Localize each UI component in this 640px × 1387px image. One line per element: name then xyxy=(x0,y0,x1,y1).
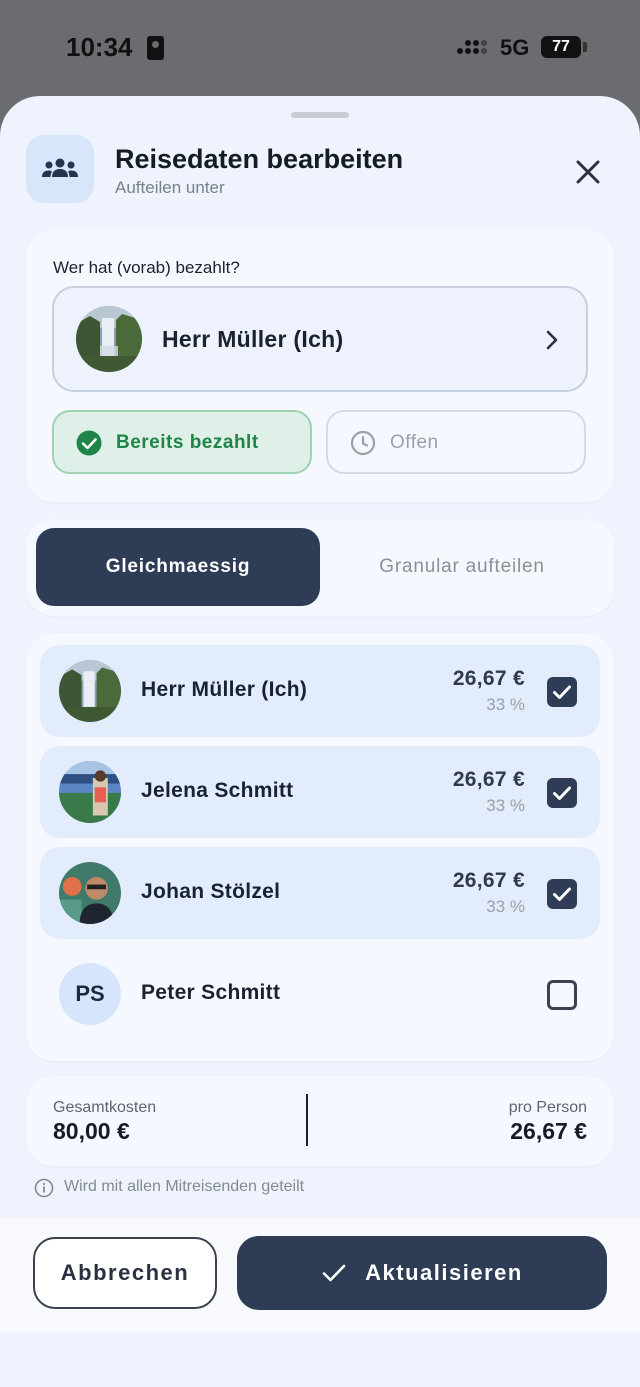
check-icon xyxy=(553,786,571,800)
participant-name: Peter Schmitt xyxy=(141,981,281,1004)
update-button[interactable]: Aktualisieren xyxy=(237,1236,607,1310)
participant-percent: 33 % xyxy=(486,897,525,916)
tab-equal[interactable]: Gleichmaessig xyxy=(36,528,320,606)
battery-icon: 77 xyxy=(541,36,581,58)
page-subtitle: Aufteilen unter xyxy=(115,178,225,197)
payer-name: Herr Müller (Ich) xyxy=(162,326,344,352)
id-badge-icon xyxy=(147,36,164,60)
split-mode-toggle: Gleichmaessig Granular aufteilen xyxy=(26,519,614,616)
check-icon xyxy=(322,1264,346,1282)
participant-percent: 33 % xyxy=(486,695,525,714)
summary-card: Gesamtkosten 80,00 € pro Person 26,67 € xyxy=(26,1076,614,1166)
payer-label: Wer hat (vorab) bezahlt? xyxy=(53,258,240,277)
chevron-right-icon xyxy=(546,330,558,350)
participant-row[interactable]: Herr Müller (Ich) 26,67 € 33 % xyxy=(40,645,600,737)
participant-name: Johan Stölzel xyxy=(141,880,281,903)
clock-icon xyxy=(350,430,376,456)
status-time: 10:34 xyxy=(66,32,133,62)
avatar xyxy=(76,306,142,372)
network-label: 5G xyxy=(500,35,530,60)
status-paid-button[interactable]: Bereits bezahlt xyxy=(52,410,312,474)
check-icon xyxy=(553,887,571,901)
participant-checkbox[interactable] xyxy=(547,778,577,808)
signal-icon xyxy=(457,38,491,58)
participant-name: Jelena Schmitt xyxy=(141,779,294,802)
participant-amount: 26,67 € xyxy=(452,667,525,690)
participant-amount: 26,67 € xyxy=(452,768,525,791)
per-person-value: 26,67 € xyxy=(510,1118,587,1144)
info-text: Wird mit allen Mitreisenden geteilt xyxy=(64,1178,305,1195)
check-circle-icon xyxy=(76,430,102,456)
info-icon xyxy=(34,1178,54,1198)
home-indicator-area xyxy=(0,1332,640,1387)
payer-select[interactable]: Herr Müller (Ich) xyxy=(52,286,588,392)
participant-checkbox[interactable] xyxy=(547,879,577,909)
avatar xyxy=(59,862,121,924)
participant-amount: 26,67 € xyxy=(452,869,525,892)
group-icon xyxy=(26,135,94,203)
divider xyxy=(306,1094,308,1146)
total-label: Gesamtkosten xyxy=(53,1099,157,1116)
status-open-button[interactable]: Offen xyxy=(326,410,586,474)
participants-card: Herr Müller (Ich) 26,67 € 33 % Jelena Sc… xyxy=(26,633,614,1061)
avatar-initials: PS xyxy=(59,963,121,1025)
participant-row[interactable]: Jelena Schmitt 26,67 € 33 % xyxy=(40,746,600,838)
close-button[interactable] xyxy=(568,152,608,192)
action-footer: Abbrechen Aktualisieren xyxy=(0,1218,640,1332)
avatar xyxy=(59,761,121,823)
update-label: Aktualisieren xyxy=(365,1260,523,1285)
cancel-button[interactable]: Abbrechen xyxy=(33,1237,217,1309)
participant-row[interactable]: PS Peter Schmitt xyxy=(40,948,600,1040)
participant-row[interactable]: Johan Stölzel 26,67 € 33 % xyxy=(40,847,600,939)
avatar xyxy=(59,660,121,722)
close-icon xyxy=(576,160,600,184)
participant-checkbox[interactable] xyxy=(547,980,577,1010)
check-icon xyxy=(553,685,571,699)
payer-card: Wer hat (vorab) bezahlt? Herr Müller (Ic… xyxy=(26,230,614,502)
total-value: 80,00 € xyxy=(53,1118,130,1144)
participant-percent: 33 % xyxy=(486,796,525,815)
edit-sheet: Reisedaten bearbeiten Aufteilen unter We… xyxy=(0,96,640,1387)
participant-name: Herr Müller (Ich) xyxy=(141,678,308,701)
participant-checkbox[interactable] xyxy=(547,677,577,707)
status-bar: 10:34 5G 77 xyxy=(0,0,640,96)
sheet-grabber[interactable] xyxy=(291,112,349,118)
status-open-label: Offen xyxy=(390,432,439,453)
per-person-label: pro Person xyxy=(508,1099,587,1116)
tab-granular[interactable]: Granular aufteilen xyxy=(326,528,598,606)
status-paid-label: Bereits bezahlt xyxy=(116,432,259,453)
page-title: Reisedaten bearbeiten xyxy=(115,144,404,174)
